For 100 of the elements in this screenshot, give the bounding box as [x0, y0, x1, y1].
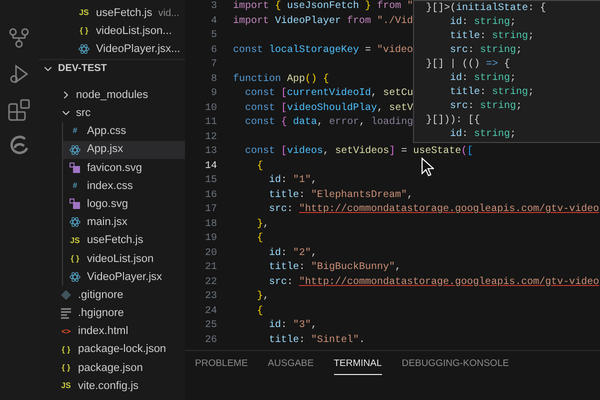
line-number: 6 — [210, 44, 217, 58]
code-token: : — [299, 334, 306, 346]
code-token: , — [395, 262, 402, 273]
file-name: videoList.json — [87, 252, 154, 267]
code-token: ; — [528, 31, 534, 42]
file-row[interactable]: logo.svg — [63, 195, 185, 214]
code-token: title — [268, 334, 300, 346]
code-token: "2" — [293, 248, 312, 258]
code-token: : — [299, 190, 306, 200]
code-token: title — [268, 190, 300, 200]
line-number: 23 — [204, 290, 217, 304]
extensions-icon[interactable] — [7, 98, 31, 122]
code-token: ( — [461, 146, 468, 157]
file-row[interactable]: { } package.json — [38, 358, 185, 377]
code-token: { — [256, 233, 264, 244]
code-token: localStorageKey — [269, 44, 360, 56]
code-token: string — [492, 31, 528, 42]
code-token: { — [281, 117, 288, 128]
file-row[interactable]: JS vite.config.js — [38, 377, 185, 396]
line-number: 24 — [204, 304, 217, 318]
file-name: package-lock.json — [78, 342, 166, 358]
code-token: string — [474, 17, 510, 28]
code-token: id — [449, 17, 462, 28]
folder-row[interactable]: node_modules — [38, 86, 185, 104]
code-token: "./Vid — [377, 16, 414, 26]
panel-tab[interactable]: DEBUGGING-KONSOLE — [402, 357, 509, 376]
panel-tab[interactable]: AUSGABE — [268, 357, 314, 376]
file-name: favicon.svg — [87, 160, 142, 176]
code-token: , — [407, 190, 414, 200]
open-editor-item[interactable]: JS useFetch.js vid... — [38, 4, 185, 22]
file-row[interactable]: favicon.svg — [63, 158, 185, 177]
line-number: 5 — [210, 29, 217, 43]
code-token: [ — [467, 146, 474, 157]
code-token: , — [371, 88, 378, 99]
code-token: src — [268, 204, 288, 215]
code-token: , — [377, 102, 384, 114]
code-token: ; — [510, 17, 516, 28]
panel-tab[interactable]: TERMINAL — [334, 357, 382, 376]
code-token: setV — [389, 102, 414, 114]
code-token: string — [474, 129, 510, 140]
code-token: id — [268, 175, 282, 186]
code-token: src — [449, 45, 468, 56]
code-token: = — [401, 146, 408, 157]
panel-tab[interactable]: PROBLEME — [195, 357, 248, 376]
file-name: useFetch.js — [87, 233, 144, 248]
code-token: "3" — [293, 320, 312, 331]
code-token: : — [281, 320, 288, 331]
code-token: title — [449, 87, 480, 98]
open-editor-item[interactable]: { } videoList.json... — [38, 22, 185, 40]
file-row[interactable]: App.jsx — [63, 140, 185, 159]
file-row[interactable]: VideoPlayer.jsx — [63, 268, 185, 286]
file-row[interactable]: # index.css — [63, 176, 185, 196]
code-token: : — [462, 129, 470, 140]
code-token: title — [449, 31, 480, 42]
code-token: : — [480, 87, 488, 98]
file-name: vite.config.js — [78, 378, 139, 394]
code-token: { — [256, 306, 264, 316]
folder-row[interactable]: src — [38, 104, 185, 122]
diamond-icon — [60, 289, 72, 302]
code-token: string — [480, 45, 516, 56]
file-type-icon: # — [69, 180, 81, 192]
file-type-icon: # — [69, 125, 81, 138]
source-control-icon[interactable] — [7, 26, 31, 50]
file-row[interactable]: { } videoList.json — [63, 250, 185, 268]
open-editor-item[interactable]: VideoPlayer.jsx... — [38, 40, 185, 58]
code-token: id — [268, 320, 282, 331]
code-token: VideoPlayer — [275, 16, 342, 26]
atom-icon — [69, 144, 81, 156]
file-name: useFetch.js — [96, 6, 152, 21]
code-token: const — [244, 102, 276, 114]
code-token: data — [293, 117, 318, 128]
code-token: : — [287, 276, 294, 288]
code-token: : — [480, 31, 488, 42]
code-token: }[] | (() — [426, 59, 482, 70]
code-token: } — [365, 1, 372, 12]
code-token: from — [377, 1, 402, 12]
file-row[interactable]: # App.css — [63, 122, 185, 141]
image-file-icon — [69, 198, 81, 210]
line-number: 7 — [210, 58, 217, 72]
line-number: 20 — [204, 246, 217, 260]
file-description: vid... — [158, 6, 180, 20]
file-row[interactable]: <> index.html — [38, 322, 185, 341]
code-token: id — [449, 129, 462, 140]
line-number: 14 — [204, 160, 217, 174]
file-row[interactable]: .hgignore — [38, 304, 185, 322]
code-token: [ — [281, 146, 288, 157]
folder-name: node_modules — [76, 88, 148, 103]
file-name: main.jsx — [87, 215, 128, 230]
file-row[interactable]: JS useFetch.js — [63, 232, 185, 250]
code-token: { — [503, 59, 510, 70]
line-number: 19 — [204, 232, 217, 246]
file-row[interactable]: main.jsx — [63, 213, 185, 232]
code-token: : — [468, 101, 476, 112]
code-token: , — [311, 248, 318, 258]
file-row[interactable]: .gitignore — [38, 286, 185, 304]
file-row[interactable]: { } package-lock.json — [38, 340, 185, 359]
file-name: App.css — [87, 124, 126, 140]
code-token: videos — [287, 146, 324, 157]
code-token: }[]>( — [426, 3, 456, 14]
line-number: 12 — [204, 130, 217, 144]
